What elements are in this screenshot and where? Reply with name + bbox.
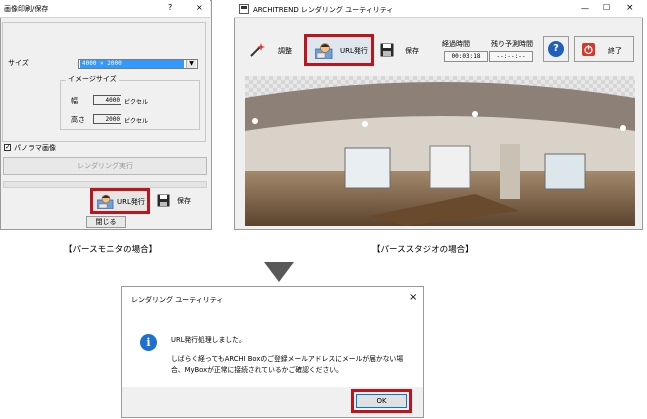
end-label: 終了 <box>608 47 622 55</box>
adjust-label: 調整 <box>278 47 292 55</box>
width-unit: ピクセル <box>124 99 149 106</box>
panorama-label: パノラマ画像 <box>14 144 56 152</box>
left-dialog-title: 画像印刷/保存 <box>4 5 49 13</box>
progress-bar <box>3 181 207 188</box>
remaining-label: 残り予測時間 <box>491 40 533 48</box>
minimize-icon[interactable]: — <box>581 4 589 13</box>
panorama-render-image <box>245 76 635 226</box>
message-dialog-title: レンダリング ユーティリティ <box>131 296 224 304</box>
left-caption: 【パースモニタの場合】 <box>64 245 158 255</box>
down-arrow-icon <box>264 262 294 282</box>
save-button[interactable]: 保存 <box>378 36 430 66</box>
question-icon: ? <box>548 41 564 57</box>
close-icon[interactable]: × <box>409 292 417 303</box>
height-label: 高さ <box>71 116 85 124</box>
url-issue-label: URL発行 <box>340 47 368 55</box>
size-select-value: 4000 × 2000 <box>80 60 184 68</box>
right-caption: 【パーススタジオの場合】 <box>372 245 474 255</box>
remaining-value: --:--:-- <box>489 51 533 62</box>
width-label: 幅 <box>71 97 78 105</box>
help-button[interactable]: ? <box>543 36 569 62</box>
height-unit: ピクセル <box>124 118 149 125</box>
app-icon <box>239 4 249 14</box>
panorama-checkbox[interactable]: ✓ <box>4 144 11 151</box>
end-button[interactable]: 終了 <box>574 36 634 62</box>
url-issue-button[interactable]: URL発行 <box>90 188 150 214</box>
elapsed-label: 経過時間 <box>442 40 470 48</box>
panorama-preview <box>245 76 635 226</box>
message-line-1: URL発行処理しました。 <box>171 336 246 344</box>
url-user-icon <box>97 194 114 209</box>
elapsed-value: 00:03:18 <box>444 51 488 62</box>
width-value: 4000 <box>93 95 121 105</box>
power-icon <box>582 43 595 56</box>
save-label: 保存 <box>405 47 419 55</box>
image-size-group-label: イメージサイズ <box>66 74 119 84</box>
url-user-icon <box>315 43 333 59</box>
close-icon[interactable]: × <box>196 3 203 12</box>
message-line-2: しばらく経ってもARCHI Boxのご登録メールアドレスにメールが届かない場 <box>171 355 404 363</box>
floppy-disk-icon <box>380 43 394 57</box>
url-issue-label: URL発行 <box>117 198 145 206</box>
right-dialog-title: ARCHITREND レンダリング ユーティリティ <box>253 6 394 14</box>
close-button[interactable]: 閉じる <box>86 216 126 228</box>
size-select[interactable]: 4000 × 2000 ▼ <box>78 59 198 69</box>
chevron-down-icon[interactable]: ▼ <box>186 60 196 68</box>
maximize-icon[interactable]: ☐ <box>603 3 610 12</box>
message-line-3: 合、MyBoxが正常に接続されているかご確認ください。 <box>171 366 343 374</box>
adjust-button[interactable]: 調整 <box>242 36 300 66</box>
floppy-disk-icon <box>157 194 170 207</box>
render-button[interactable]: レンダリング実行 <box>3 157 207 175</box>
size-label: サイズ <box>8 59 29 67</box>
magic-wand-icon <box>250 43 265 57</box>
save-button[interactable]: 保存 <box>153 191 205 211</box>
url-issue-button[interactable]: URL発行 <box>304 34 374 66</box>
height-value: 2000 <box>93 114 121 124</box>
help-button[interactable]: ? <box>168 3 172 12</box>
ok-button[interactable]: OK <box>356 394 407 408</box>
close-icon[interactable]: × <box>626 3 634 13</box>
info-icon: i <box>140 334 157 351</box>
save-label: 保存 <box>177 197 191 205</box>
